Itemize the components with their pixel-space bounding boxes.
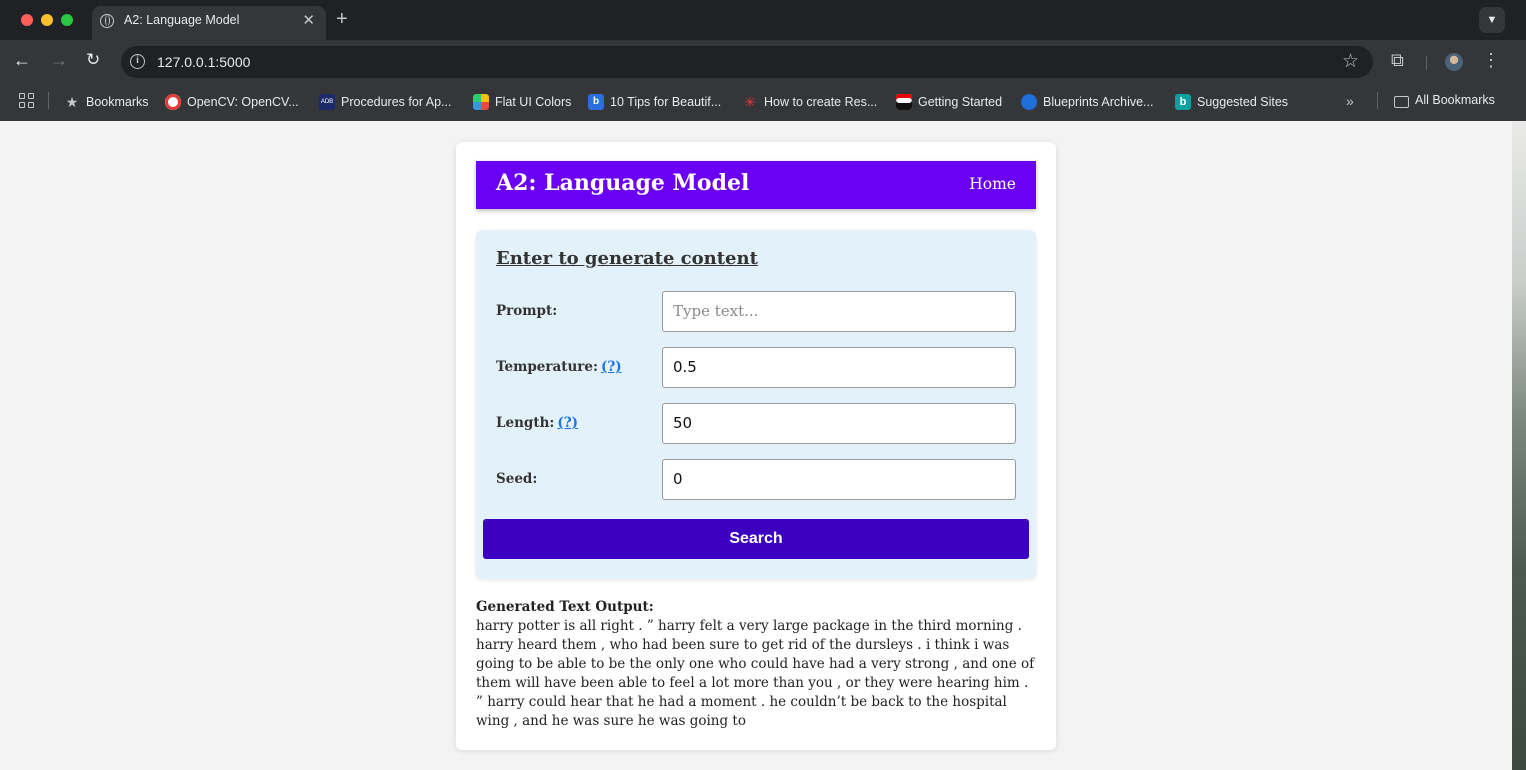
prompt-input[interactable]: Type text... (662, 291, 1016, 332)
prompt-label: Prompt: (496, 303, 557, 319)
search-button[interactable]: Search (483, 519, 1029, 559)
length-value: 50 (673, 414, 693, 432)
bookmark-item-suggested-sites[interactable]: b Suggested Sites (1175, 93, 1288, 111)
close-window-button[interactable] (21, 14, 33, 26)
more-bookmarks-icon[interactable]: » (1346, 93, 1354, 109)
globe-icon (100, 14, 114, 28)
seed-value: 0 (673, 470, 683, 488)
home-link[interactable]: Home (969, 175, 1016, 193)
red-star-icon: ✳ (744, 94, 756, 110)
all-bookmarks-link[interactable]: All Bookmarks (1415, 93, 1495, 107)
app-title: A2: Language Model (496, 170, 750, 196)
bookmark-item-bookmarks[interactable]: ★ Bookmarks (64, 93, 149, 111)
temperature-input[interactable]: 0.5 (662, 347, 1016, 388)
flat-ui-colors-icon (473, 94, 489, 110)
bookmark-label: Bookmarks (86, 95, 149, 109)
browser-toolbar: ← → ↻ i 127.0.0.1:5000 ☆ ⧉ ⋮ (0, 40, 1526, 84)
bookmark-item-blueprints[interactable]: Blueprints Archive... (1021, 93, 1153, 111)
redhat-icon (896, 94, 912, 110)
seed-input[interactable]: 0 (662, 459, 1016, 500)
seed-label: Seed: (496, 471, 537, 487)
seed-label-text: Seed: (496, 471, 538, 487)
form-heading: Enter to generate content (496, 248, 758, 269)
generate-form: Enter to generate content Prompt: Type t… (476, 230, 1036, 579)
temperature-help-link[interactable]: (?) (601, 359, 622, 375)
output-label: Generated Text Output: (476, 599, 654, 615)
close-tab-icon[interactable]: ✕ (302, 11, 315, 29)
bookmark-label: Blueprints Archive... (1043, 95, 1154, 109)
url-text[interactable]: 127.0.0.1:5000 (157, 54, 250, 70)
address-bar[interactable]: i 127.0.0.1:5000 ☆ (121, 46, 1373, 78)
bookmark-label: Flat UI Colors (495, 95, 572, 109)
bookmarks-bar: ★ Bookmarks OpenCV: OpenCV... ADB Proced… (0, 84, 1526, 121)
bookmark-label: Procedures for Ap... (341, 95, 452, 109)
temperature-label: Temperature: (?) (496, 359, 622, 375)
bookmark-item-opencv[interactable]: OpenCV: OpenCV... (165, 93, 299, 111)
minimize-window-button[interactable] (41, 14, 53, 26)
bookmarks-divider (1377, 92, 1378, 109)
new-tab-icon[interactable]: + (336, 8, 348, 31)
app-header: A2: Language Model Home (476, 161, 1036, 209)
desktop-background (1512, 121, 1526, 770)
tips-site-icon: b (588, 94, 604, 110)
bookmark-label: Getting Started (918, 95, 1003, 109)
adb-icon: ADB (319, 94, 335, 110)
tab-title: A2: Language Model (124, 13, 240, 27)
bookmark-label: 10 Tips for Beautif... (610, 95, 722, 109)
output-text: harry potter is all right . ” harry felt… (476, 618, 1035, 729)
profile-avatar[interactable] (1445, 53, 1463, 71)
toolbar-divider (1426, 56, 1427, 70)
bookmark-label: OpenCV: OpenCV... (187, 95, 299, 109)
kebab-menu-icon[interactable]: ⋮ (1482, 50, 1500, 71)
folder-icon[interactable] (1394, 96, 1409, 108)
browser-titlebar: A2: Language Model ✕ + ▼ (0, 0, 1526, 40)
length-help-link[interactable]: (?) (557, 415, 578, 431)
prompt-label-text: Prompt: (496, 303, 558, 319)
browser-tab[interactable]: A2: Language Model ✕ (92, 6, 326, 40)
bookmark-label: How to create Res... (764, 95, 878, 109)
temperature-value: 0.5 (673, 358, 697, 376)
site-info-icon[interactable]: i (130, 54, 145, 69)
blueprints-icon (1021, 94, 1037, 110)
tab-search-chevron-icon[interactable]: ▼ (1479, 7, 1505, 33)
back-arrow-icon[interactable]: ← (13, 50, 31, 71)
bookmark-item-10-tips[interactable]: b 10 Tips for Beautif... (588, 93, 721, 111)
length-label: Length: (?) (496, 415, 578, 431)
apps-grid-icon[interactable] (19, 93, 34, 108)
forward-arrow-icon[interactable]: → (50, 50, 68, 71)
generated-output: Generated Text Output: harry potter is a… (476, 598, 1038, 731)
temperature-label-text: Temperature: (496, 359, 598, 375)
bookmarks-divider (48, 92, 49, 109)
bookmark-item-flat-ui-colors[interactable]: Flat UI Colors (473, 93, 571, 111)
length-input[interactable]: 50 (662, 403, 1016, 444)
bookmark-label: Suggested Sites (1197, 95, 1289, 109)
bing-icon: b (1175, 94, 1191, 110)
extensions-puzzle-icon[interactable]: ⧉ (1391, 50, 1404, 71)
bookmark-item-how-to-create[interactable]: ✳ How to create Res... (742, 93, 877, 111)
prompt-placeholder: Type text... (673, 302, 759, 320)
bookmark-item-getting-started[interactable]: Getting Started (896, 93, 1002, 111)
maximize-window-button[interactable] (61, 14, 73, 26)
opencv-icon (165, 94, 181, 110)
reload-icon[interactable]: ↻ (86, 50, 100, 70)
bookmark-item-procedures[interactable]: ADB Procedures for Ap... (319, 93, 451, 111)
length-label-text: Length: (496, 415, 555, 431)
star-icon: ★ (65, 94, 79, 110)
bookmark-star-icon[interactable]: ☆ (1342, 50, 1359, 73)
